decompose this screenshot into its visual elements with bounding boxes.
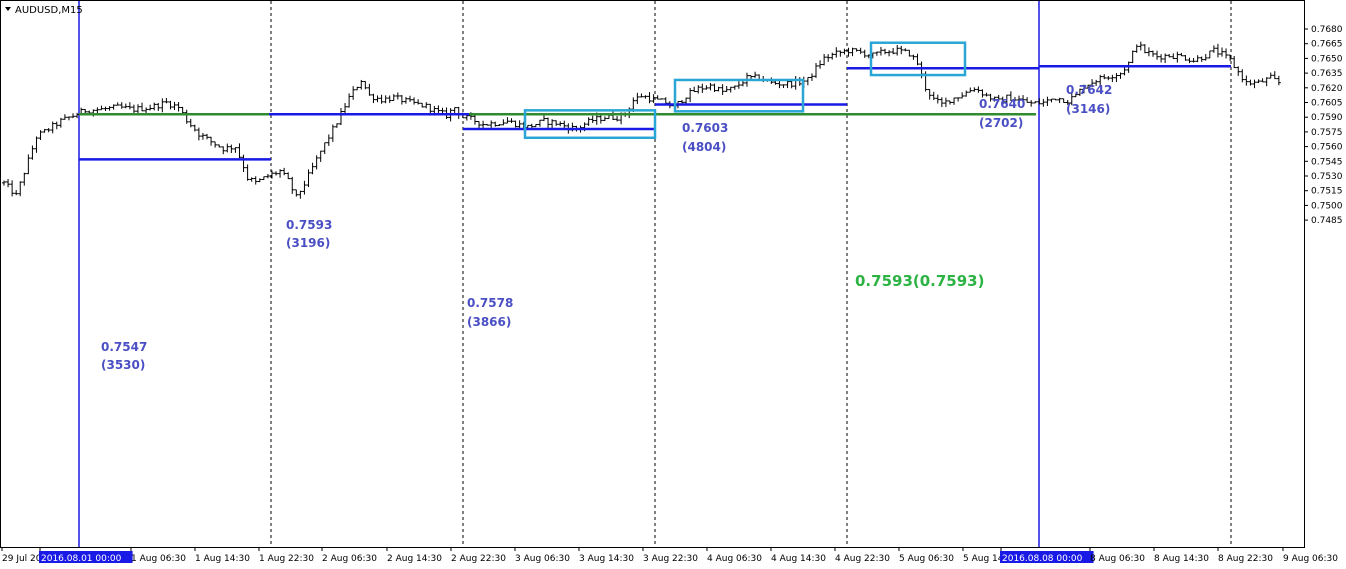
x-tick-label: 1 Aug 14:30	[195, 554, 250, 564]
daily-level-price-label: 0.7593	[286, 218, 332, 232]
x-tick-label: 3 Aug 06:30	[515, 554, 570, 564]
weekly-level-label: 0.7593(0.7593)	[855, 272, 984, 290]
x-tick-label: 2016.08.01 00:00	[41, 554, 122, 564]
daily-level-price-label: 0.7642	[1066, 83, 1112, 97]
y-tick-label: 0.7680	[1311, 25, 1343, 35]
x-tick-label: 9 Aug 06:30	[1283, 554, 1338, 564]
x-tick-label: 8 Aug 14:30	[1154, 554, 1209, 564]
y-tick-label: 0.7560	[1311, 143, 1343, 153]
x-tick-label: 4 Aug 22:30	[835, 554, 890, 564]
daily-level-volume-label: (3866)	[467, 315, 511, 329]
x-tick-label: 3 Aug 14:30	[579, 554, 634, 564]
daily-level-price-label: 0.7547	[101, 340, 147, 354]
daily-level-price-label: 0.7578	[467, 296, 513, 310]
x-tick-label: 3 Aug 22:30	[643, 554, 698, 564]
y-tick-label: 0.7605	[1311, 99, 1343, 109]
x-tick-label: 4 Aug 06:30	[707, 554, 762, 564]
daily-level-price-label: 0.7640	[979, 97, 1025, 111]
daily-level-volume-label: (3146)	[1066, 102, 1110, 116]
x-tick-label: 5 Aug 06:30	[899, 554, 954, 564]
y-tick-label: 0.7575	[1311, 128, 1343, 138]
y-tick-label: 0.7485	[1311, 216, 1343, 226]
y-tick-label: 0.7500	[1311, 201, 1343, 211]
x-tick-label: 2 Aug 06:30	[322, 554, 377, 564]
daily-level-volume-label: (3196)	[286, 236, 330, 250]
x-tick-label: 2 Aug 14:30	[387, 554, 442, 564]
symbol-label: AUDUSD,M15	[15, 5, 83, 16]
x-tick-label: 29 Jul 20	[2, 554, 42, 564]
y-tick-label: 0.7530	[1311, 172, 1343, 182]
y-tick-label: 0.7635	[1311, 69, 1343, 79]
y-tick-label: 0.7620	[1311, 84, 1343, 94]
x-tick-label: 1 Aug 22:30	[259, 554, 314, 564]
x-tick-label: 4 Aug 14:30	[771, 554, 826, 564]
x-tick-label: 8 Aug 06:30	[1090, 554, 1145, 564]
x-tick-label: 2 Aug 22:30	[451, 554, 506, 564]
x-tick-label: 8 Aug 22:30	[1218, 554, 1273, 564]
daily-level-volume-label: (3530)	[101, 358, 145, 372]
x-tick-label: 2016.08.08 00:00	[1002, 554, 1083, 564]
daily-level-volume-label: (2702)	[979, 116, 1023, 130]
x-tick-label: 5 Aug 14	[963, 554, 1004, 564]
daily-level-price-label: 0.7603	[682, 121, 728, 135]
price-chart: 0.7593(0.7593) 0.7547 (3530) 0.7593 (3196) 0.…	[0, 0, 1343, 564]
x-tick-label: 1 Aug 06:30	[131, 554, 186, 564]
y-tick-label: 0.7515	[1311, 187, 1343, 197]
chart-root: 0.7593(0.7593) 0.7547 (3530) 0.7593 (3196) 0.…	[0, 0, 1346, 569]
y-tick-label: 0.7650	[1311, 54, 1343, 64]
y-tick-label: 0.7590	[1311, 113, 1343, 123]
y-tick-label: 0.7545	[1311, 157, 1343, 167]
daily-level-volume-label: (4804)	[682, 140, 726, 154]
y-tick-label: 0.7665	[1311, 40, 1343, 50]
